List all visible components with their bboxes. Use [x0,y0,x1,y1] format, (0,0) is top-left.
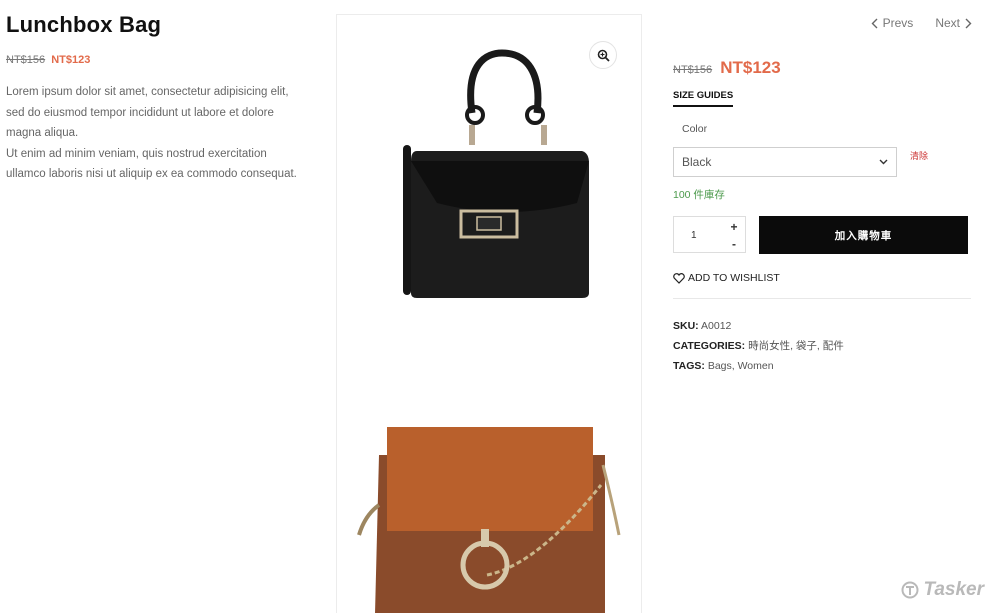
quantity-decrease-button[interactable]: - [728,237,740,251]
add-to-wishlist-link[interactable]: ADD TO WISHLIST [673,272,971,284]
sku-row: SKU: A0012 [673,316,971,336]
product-gallery [336,14,642,613]
heart-icon [673,272,685,284]
product-image-black-bag[interactable] [377,43,607,303]
categories-links[interactable]: 時尚女性, 袋子, 配件 [748,340,844,352]
add-to-cart-row: 1 + - 加入購物車 [673,216,971,254]
price-main: NT$156 NT$123 [673,58,971,78]
color-select[interactable]: Black [673,147,897,177]
product-navigation: Prevs Next [871,16,972,30]
description-line: ullamco laboris nisi ut aliquip ex ea co… [6,168,297,180]
product-summary: Lunchbox Bag NT$156 NT$123 Lorem ipsum d… [6,12,316,185]
description-line: sed do eiusmod tempor incididunt ut labo… [6,106,274,119]
quantity-input[interactable]: 1 [691,230,697,241]
tags-links[interactable]: Bags, Women [708,360,774,372]
prev-link[interactable]: Prevs [871,16,914,30]
chevron-left-icon [871,18,878,28]
price-summary: NT$156 NT$123 [6,54,316,66]
tasker-logo-icon [901,581,919,599]
color-select-value: Black [682,155,712,169]
description-line: magna aliqua. [6,127,79,139]
chevron-right-icon [965,18,972,28]
stock-status: 100 件庫存 [673,189,725,201]
sale-price: NT$123 [720,58,781,77]
old-price: NT$156 [6,54,46,66]
product-meta: SKU: A0012 CATEGORIES: 時尚女性, 袋子, 配件 TAGS… [673,316,971,376]
sku-value: A0012 [701,320,732,332]
tags-row: TAGS: Bags, Women [673,356,971,376]
size-guides-link[interactable]: SIZE GUIDES [673,90,734,107]
divider [673,298,971,299]
prev-label: Prevs [882,16,914,30]
quantity-increase-button[interactable]: + [728,220,740,234]
description-line: Ut enim ad minim veniam, quis nostrud ex… [6,147,267,160]
chevron-down-icon [879,159,888,165]
old-price: NT$156 [673,64,713,76]
add-to-cart-button[interactable]: 加入購物車 [759,216,968,254]
watermark: Tasker [901,579,984,601]
color-label: Color [682,123,708,135]
sku-label: SKU: [673,320,699,332]
next-label: Next [935,16,960,30]
product-image-brown-bag[interactable] [357,425,623,613]
product-title: Lunchbox Bag [6,12,162,37]
description-line: Lorem ipsum dolor sit amet, consectetur … [6,86,289,98]
sale-price: NT$123 [51,54,91,66]
quantity-stepper: 1 + - [673,216,746,253]
categories-row: CATEGORIES: 時尚女性, 袋子, 配件 [673,336,971,356]
wishlist-label: ADD TO WISHLIST [688,272,780,284]
next-link[interactable]: Next [935,16,972,30]
color-select-row: Black 清除 [673,147,971,177]
watermark-text: Tasker [923,579,984,600]
purchase-panel: NT$156 NT$123 SIZE GUIDES Color Black 清除… [673,58,971,376]
categories-label: CATEGORIES: [673,340,746,352]
tags-label: TAGS: [673,360,705,372]
product-description: Lorem ipsum dolor sit amet, consectetur … [6,82,316,185]
clear-selection-link[interactable]: 清除 [910,149,928,162]
